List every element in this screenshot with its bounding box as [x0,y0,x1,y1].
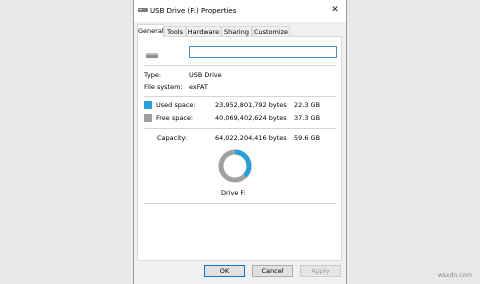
free-space-swatch [144,114,152,122]
free-space-size: 37.3 GB [294,114,321,122]
cancel-button[interactable]: Cancel [252,265,293,277]
general-panel: Type: USB Drive File system: exFAT Used … [137,36,342,261]
usb-drive-icon [138,8,148,12]
tab-tools[interactable]: Tools [164,26,186,36]
used-space-swatch [144,101,152,109]
file-system-label: File system: [144,83,183,91]
separator [144,65,336,66]
capacity-size: 59.6 GB [294,134,321,142]
free-space-label: Free space: [156,114,194,122]
tab-customize[interactable]: Customize [252,26,290,36]
separator [144,128,336,129]
free-space-bytes: 40,069,402,624 bytes [215,114,287,122]
drive-icon [146,53,158,58]
type-value: USB Drive [189,71,222,79]
site-watermark: wsxdn.com [438,272,472,279]
disk-usage-donut [218,149,252,183]
close-button[interactable]: ✕ [327,3,343,18]
window-title: USB Drive (F:) Properties [150,7,237,15]
capacity-label: Capacity: [157,134,188,142]
tab-general[interactable]: General [137,24,164,37]
apply-button[interactable]: Apply [300,265,341,277]
type-label: Type: [144,71,162,79]
used-space-label: Used space: [156,101,196,109]
used-space-size: 22.3 GB [294,101,321,109]
separator [144,96,336,97]
separator [144,203,336,204]
capacity-bytes: 64,022,204,416 bytes [215,134,287,142]
title-bar: USB Drive (F:) Properties ✕ [134,0,346,22]
used-space-bytes: 23,952,801,792 bytes [215,101,287,109]
tab-strip: General Tools Hardware Sharing Customize [137,24,344,37]
file-system-value: exFAT [189,83,208,91]
ok-button[interactable]: OK [204,265,245,277]
drive-name-input[interactable] [189,46,337,58]
tab-hardware[interactable]: Hardware [186,26,221,36]
drive-letter-label: Drive F: [221,189,246,197]
tab-sharing[interactable]: Sharing [221,26,252,36]
properties-dialog: USB Drive (F:) Properties ✕ General Tool… [133,0,347,284]
